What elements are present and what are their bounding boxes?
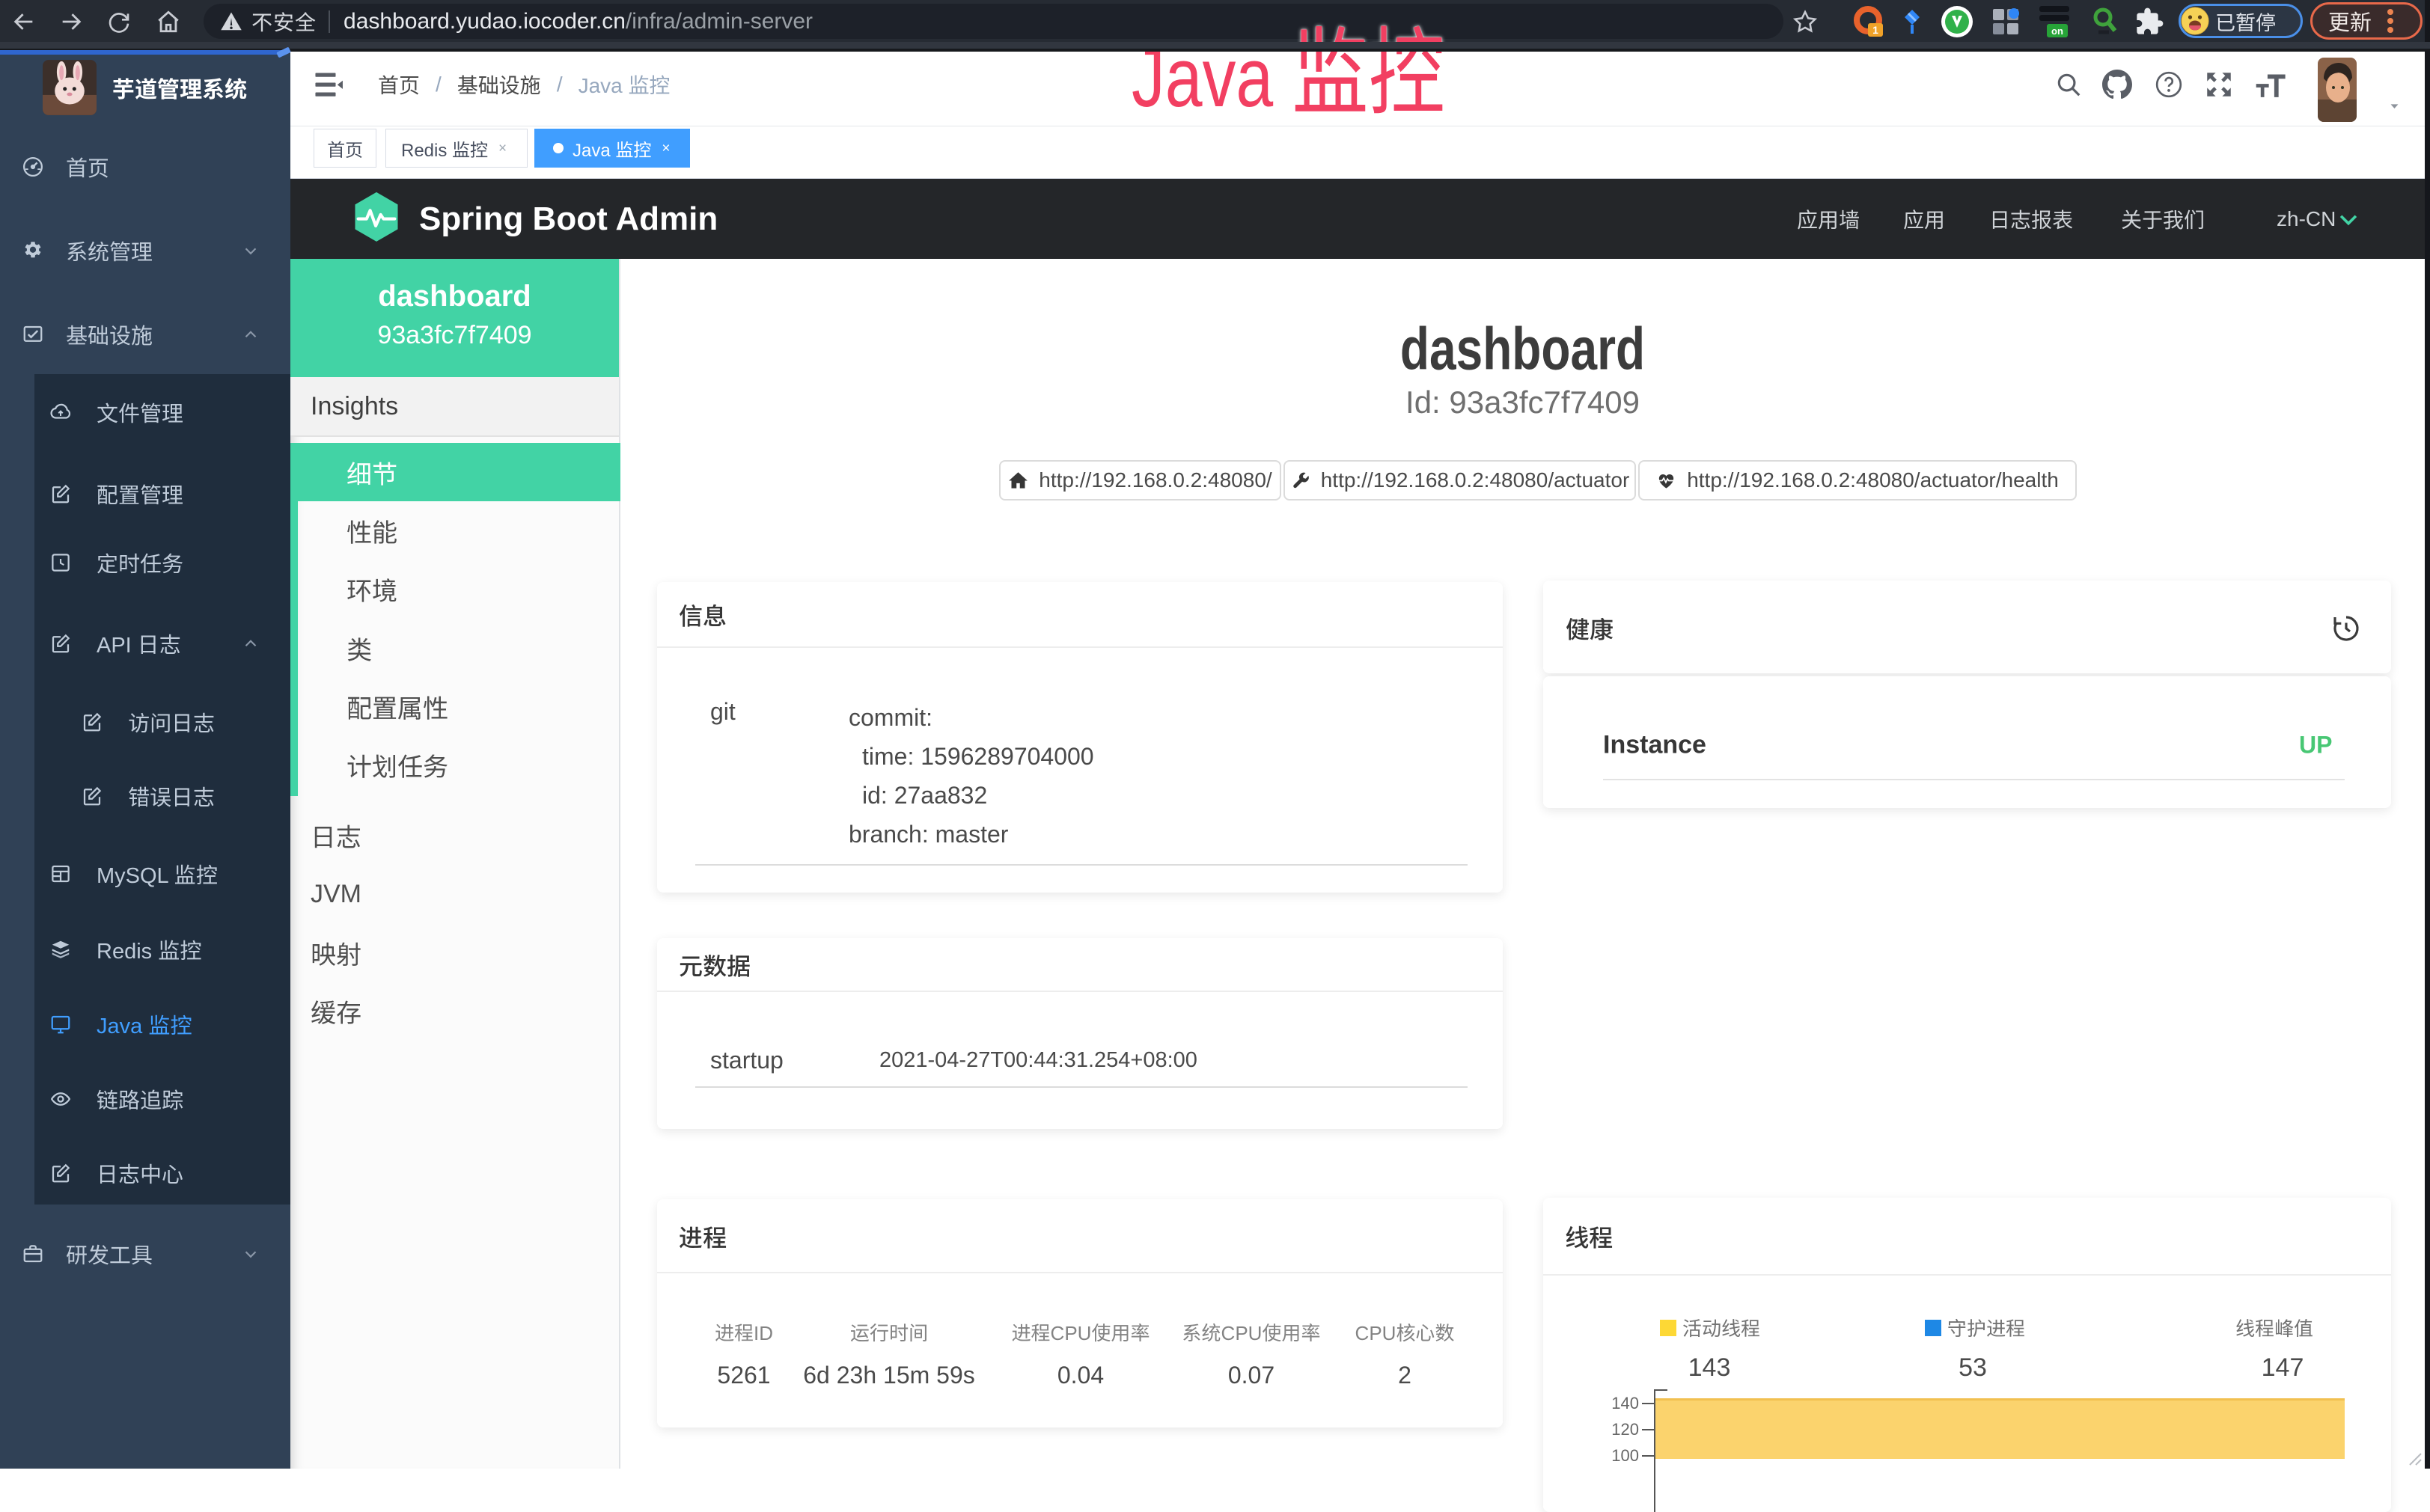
svg-text:on: on	[2051, 25, 2063, 37]
svg-text:1: 1	[1872, 24, 1878, 36]
